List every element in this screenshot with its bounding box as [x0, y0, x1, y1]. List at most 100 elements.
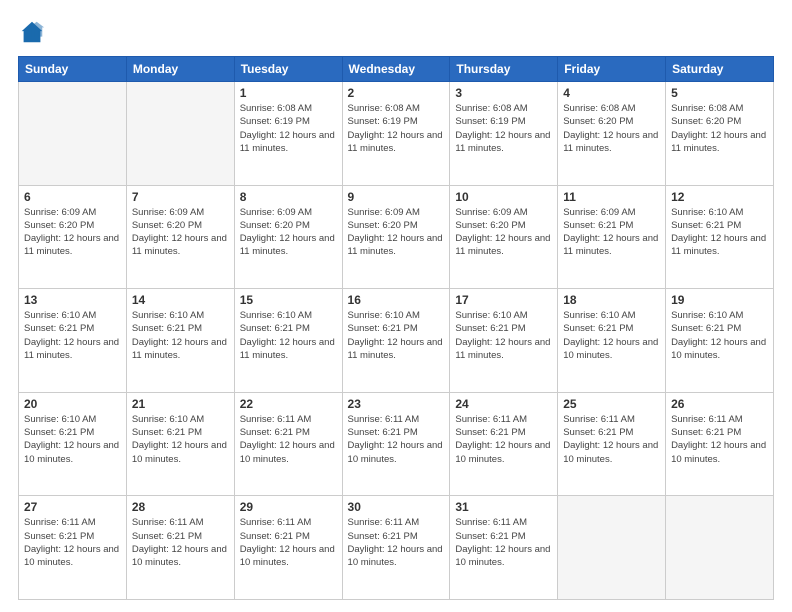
day-info: Sunrise: 6:09 AM Sunset: 6:20 PM Dayligh…: [455, 206, 552, 259]
day-info: Sunrise: 6:10 AM Sunset: 6:21 PM Dayligh…: [132, 413, 229, 466]
calendar-cell: 9 Sunrise: 6:09 AM Sunset: 6:20 PM Daylig…: [342, 185, 450, 289]
calendar-cell: 21 Sunrise: 6:10 AM Sunset: 6:21 PM Dayli…: [126, 392, 234, 496]
weekday-header-thursday: Thursday: [450, 57, 558, 82]
calendar-cell: 4 Sunrise: 6:08 AM Sunset: 6:20 PM Daylig…: [558, 82, 666, 186]
calendar-cell: 20Sunrise: 6:10 AM Sunset: 6:21 PM Dayli…: [19, 392, 127, 496]
day-number: 11: [563, 190, 660, 204]
calendar-cell: 11Sunrise: 6:09 AM Sunset: 6:21 PM Dayli…: [558, 185, 666, 289]
day-info: Sunrise: 6:10 AM Sunset: 6:21 PM Dayligh…: [240, 309, 337, 362]
day-number: 14: [132, 293, 229, 307]
calendar-cell: 12 Sunrise: 6:10 AM Sunset: 6:21 PM Dayli…: [666, 185, 774, 289]
day-number: 24: [455, 397, 552, 411]
calendar-cell: 10Sunrise: 6:09 AM Sunset: 6:20 PM Dayli…: [450, 185, 558, 289]
day-number: 28: [132, 500, 229, 514]
day-number: 3: [455, 86, 552, 100]
logo: [18, 18, 50, 46]
day-info: Sunrise: 6:10 AM Sunset: 6:21 PM Dayligh…: [24, 413, 121, 466]
week-row-1: 1Sunrise: 6:08 AM Sunset: 6:19 PM Daylig…: [19, 82, 774, 186]
day-info: Sunrise: 6:10 AM Sunset: 6:21 PM Dayligh…: [455, 309, 552, 362]
page: SundayMondayTuesdayWednesdayThursdayFrid…: [0, 0, 792, 612]
day-info: Sunrise: 6:09 AM Sunset: 6:20 PM Dayligh…: [24, 206, 121, 259]
day-info: Sunrise: 6:11 AM Sunset: 6:21 PM Dayligh…: [455, 516, 552, 569]
day-info: Sunrise: 6:11 AM Sunset: 6:21 PM Dayligh…: [240, 516, 337, 569]
day-info: Sunrise: 6:10 AM Sunset: 6:21 PM Dayligh…: [671, 309, 768, 362]
day-number: 9: [348, 190, 445, 204]
day-number: 12: [671, 190, 768, 204]
calendar-cell: 17 Sunrise: 6:10 AM Sunset: 6:21 PM Dayli…: [450, 289, 558, 393]
day-info: Sunrise: 6:09 AM Sunset: 6:20 PM Dayligh…: [132, 206, 229, 259]
calendar-cell: 31Sunrise: 6:11 AM Sunset: 6:21 PM Dayli…: [450, 496, 558, 600]
calendar-cell: 1Sunrise: 6:08 AM Sunset: 6:19 PM Daylig…: [234, 82, 342, 186]
calendar-cell: 7 Sunrise: 6:09 AM Sunset: 6:20 PM Daylig…: [126, 185, 234, 289]
header: [18, 18, 774, 46]
calendar-cell: 26 Sunrise: 6:11 AM Sunset: 6:21 PM Dayli…: [666, 392, 774, 496]
day-info: Sunrise: 6:10 AM Sunset: 6:21 PM Dayligh…: [563, 309, 660, 362]
day-info: Sunrise: 6:11 AM Sunset: 6:21 PM Dayligh…: [563, 413, 660, 466]
day-number: 2: [348, 86, 445, 100]
calendar-cell: 24 Sunrise: 6:11 AM Sunset: 6:21 PM Dayli…: [450, 392, 558, 496]
weekday-header-sunday: Sunday: [19, 57, 127, 82]
calendar-cell: 30Sunrise: 6:11 AM Sunset: 6:21 PM Dayli…: [342, 496, 450, 600]
weekday-header-row: SundayMondayTuesdayWednesdayThursdayFrid…: [19, 57, 774, 82]
day-number: 27: [24, 500, 121, 514]
calendar-cell: [126, 82, 234, 186]
week-row-3: 13 Sunrise: 6:10 AM Sunset: 6:21 PM Dayli…: [19, 289, 774, 393]
day-number: 29: [240, 500, 337, 514]
calendar-cell: 23Sunrise: 6:11 AM Sunset: 6:21 PM Dayli…: [342, 392, 450, 496]
week-row-4: 20Sunrise: 6:10 AM Sunset: 6:21 PM Dayli…: [19, 392, 774, 496]
day-info: Sunrise: 6:10 AM Sunset: 6:21 PM Dayligh…: [671, 206, 768, 259]
day-info: Sunrise: 6:09 AM Sunset: 6:20 PM Dayligh…: [240, 206, 337, 259]
day-number: 26: [671, 397, 768, 411]
calendar-cell: 8Sunrise: 6:09 AM Sunset: 6:20 PM Daylig…: [234, 185, 342, 289]
week-row-5: 27 Sunrise: 6:11 AM Sunset: 6:21 PM Dayli…: [19, 496, 774, 600]
day-info: Sunrise: 6:10 AM Sunset: 6:21 PM Dayligh…: [24, 309, 121, 362]
calendar-cell: [666, 496, 774, 600]
day-number: 22: [240, 397, 337, 411]
day-number: 25: [563, 397, 660, 411]
day-number: 16: [348, 293, 445, 307]
calendar-cell: 15 Sunrise: 6:10 AM Sunset: 6:21 PM Dayli…: [234, 289, 342, 393]
weekday-header-saturday: Saturday: [666, 57, 774, 82]
day-number: 6: [24, 190, 121, 204]
weekday-header-monday: Monday: [126, 57, 234, 82]
week-row-2: 6 Sunrise: 6:09 AM Sunset: 6:20 PM Daylig…: [19, 185, 774, 289]
calendar-cell: 25 Sunrise: 6:11 AM Sunset: 6:21 PM Dayli…: [558, 392, 666, 496]
day-number: 17: [455, 293, 552, 307]
day-info: Sunrise: 6:08 AM Sunset: 6:19 PM Dayligh…: [348, 102, 445, 155]
day-number: 4: [563, 86, 660, 100]
day-number: 13: [24, 293, 121, 307]
day-info: Sunrise: 6:08 AM Sunset: 6:20 PM Dayligh…: [671, 102, 768, 155]
calendar-cell: 29 Sunrise: 6:11 AM Sunset: 6:21 PM Dayli…: [234, 496, 342, 600]
calendar-cell: 18 Sunrise: 6:10 AM Sunset: 6:21 PM Dayli…: [558, 289, 666, 393]
day-info: Sunrise: 6:11 AM Sunset: 6:21 PM Dayligh…: [24, 516, 121, 569]
calendar: SundayMondayTuesdayWednesdayThursdayFrid…: [18, 56, 774, 600]
calendar-cell: [19, 82, 127, 186]
day-info: Sunrise: 6:08 AM Sunset: 6:19 PM Dayligh…: [455, 102, 552, 155]
calendar-cell: 3 Sunrise: 6:08 AM Sunset: 6:19 PM Daylig…: [450, 82, 558, 186]
day-info: Sunrise: 6:11 AM Sunset: 6:21 PM Dayligh…: [455, 413, 552, 466]
day-number: 7: [132, 190, 229, 204]
day-info: Sunrise: 6:11 AM Sunset: 6:21 PM Dayligh…: [671, 413, 768, 466]
day-number: 23: [348, 397, 445, 411]
calendar-cell: 13 Sunrise: 6:10 AM Sunset: 6:21 PM Dayli…: [19, 289, 127, 393]
calendar-cell: [558, 496, 666, 600]
day-info: Sunrise: 6:09 AM Sunset: 6:20 PM Dayligh…: [348, 206, 445, 259]
day-info: Sunrise: 6:08 AM Sunset: 6:19 PM Dayligh…: [240, 102, 337, 155]
calendar-cell: 27 Sunrise: 6:11 AM Sunset: 6:21 PM Dayli…: [19, 496, 127, 600]
day-info: Sunrise: 6:10 AM Sunset: 6:21 PM Dayligh…: [348, 309, 445, 362]
logo-icon: [18, 18, 46, 46]
day-number: 18: [563, 293, 660, 307]
day-info: Sunrise: 6:11 AM Sunset: 6:21 PM Dayligh…: [132, 516, 229, 569]
day-info: Sunrise: 6:08 AM Sunset: 6:20 PM Dayligh…: [563, 102, 660, 155]
day-number: 21: [132, 397, 229, 411]
calendar-cell: 6 Sunrise: 6:09 AM Sunset: 6:20 PM Daylig…: [19, 185, 127, 289]
calendar-cell: 19Sunrise: 6:10 AM Sunset: 6:21 PM Dayli…: [666, 289, 774, 393]
calendar-cell: 5Sunrise: 6:08 AM Sunset: 6:20 PM Daylig…: [666, 82, 774, 186]
weekday-header-friday: Friday: [558, 57, 666, 82]
calendar-cell: 16 Sunrise: 6:10 AM Sunset: 6:21 PM Dayli…: [342, 289, 450, 393]
day-number: 30: [348, 500, 445, 514]
day-number: 15: [240, 293, 337, 307]
calendar-cell: 2 Sunrise: 6:08 AM Sunset: 6:19 PM Daylig…: [342, 82, 450, 186]
calendar-cell: 14Sunrise: 6:10 AM Sunset: 6:21 PM Dayli…: [126, 289, 234, 393]
calendar-cell: 22Sunrise: 6:11 AM Sunset: 6:21 PM Dayli…: [234, 392, 342, 496]
